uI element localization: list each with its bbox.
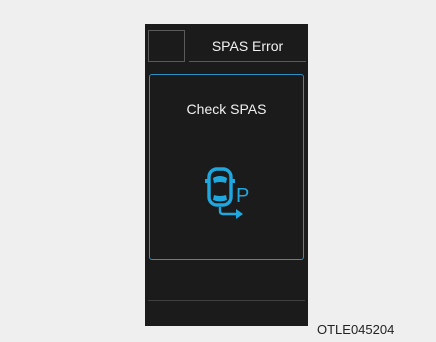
figure-code: OTLE045204	[317, 322, 395, 337]
error-title: SPAS Error	[189, 30, 306, 62]
parking-indicator-letter: P	[236, 185, 249, 207]
bottom-divider	[148, 300, 305, 301]
warning-message: Check SPAS	[186, 101, 267, 117]
header-indicator-box	[148, 30, 185, 62]
spas-parking-assist-icon: P	[205, 167, 249, 219]
warning-panel: Check SPAS P	[149, 74, 304, 260]
instrument-cluster-display: SPAS Error Check SPAS P	[145, 24, 308, 326]
